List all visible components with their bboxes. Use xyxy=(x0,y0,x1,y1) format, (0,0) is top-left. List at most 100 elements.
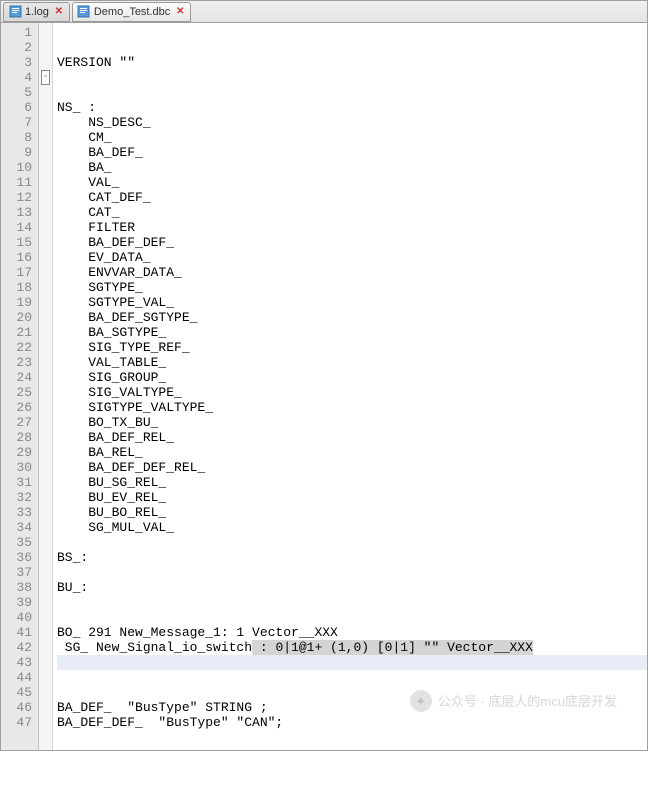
code-line[interactable]: BS_: xyxy=(57,550,647,565)
code-line[interactable]: BU_: xyxy=(57,580,647,595)
code-line[interactable]: SG_MUL_VAL_ xyxy=(57,520,647,535)
close-icon[interactable]: ✕ xyxy=(174,6,186,18)
code-line[interactable]: BA_DEF_DEF_REL_ xyxy=(57,460,647,475)
line-number: 32 xyxy=(1,490,32,505)
fold-marker xyxy=(39,340,52,355)
code-line[interactable]: VAL_ xyxy=(57,175,647,190)
line-number: 34 xyxy=(1,520,32,535)
fold-marker xyxy=(39,685,52,700)
code-line[interactable]: BA_DEF_DEF_ xyxy=(57,235,647,250)
fold-marker xyxy=(39,610,52,625)
fold-marker xyxy=(39,625,52,640)
fold-marker xyxy=(39,145,52,160)
code-line[interactable]: BA_REL_ xyxy=(57,445,647,460)
line-number: 8 xyxy=(1,130,32,145)
line-number: 31 xyxy=(1,475,32,490)
code-area[interactable]: VERSION "" NS_ : NS_DESC_ CM_ BA_DEF_ BA_… xyxy=(53,23,647,750)
fold-marker xyxy=(39,700,52,715)
code-line[interactable] xyxy=(57,595,647,610)
code-line[interactable]: BA_DEF_SGTYPE_ xyxy=(57,310,647,325)
code-line[interactable]: SGTYPE_VAL_ xyxy=(57,295,647,310)
code-line[interactable]: CAT_ xyxy=(57,205,647,220)
fold-marker: - xyxy=(39,70,52,85)
code-line[interactable]: BO_ 291 New_Message_1: 1 Vector__XXX xyxy=(57,625,647,640)
line-number: 42 xyxy=(1,640,32,655)
fold-marker xyxy=(39,235,52,250)
line-number: 44 xyxy=(1,670,32,685)
tab-bar: 1.log ✕ Demo_Test.dbc ✕ xyxy=(1,1,647,23)
code-line[interactable]: EV_DATA_ xyxy=(57,250,647,265)
fold-marker xyxy=(39,385,52,400)
fold-marker xyxy=(39,295,52,310)
code-line[interactable] xyxy=(57,655,647,670)
code-line[interactable]: SG_ New_Signal_io_switch : 0|1@1+ (1,0) … xyxy=(57,640,647,655)
line-number: 17 xyxy=(1,265,32,280)
code-line[interactable] xyxy=(57,685,647,700)
code-line[interactable]: CM_ xyxy=(57,130,647,145)
line-number: 43 xyxy=(1,655,32,670)
line-number: 40 xyxy=(1,610,32,625)
code-line[interactable]: ENVVAR_DATA_ xyxy=(57,265,647,280)
line-number: 20 xyxy=(1,310,32,325)
code-line[interactable] xyxy=(57,535,647,550)
fold-marker xyxy=(39,175,52,190)
line-number: 45 xyxy=(1,685,32,700)
code-line[interactable] xyxy=(57,565,647,580)
fold-marker xyxy=(39,415,52,430)
code-line[interactable]: BU_SG_REL_ xyxy=(57,475,647,490)
fold-toggle-icon[interactable]: - xyxy=(41,70,50,85)
tab-file-dbc[interactable]: Demo_Test.dbc ✕ xyxy=(72,2,191,22)
fold-marker xyxy=(39,595,52,610)
fold-marker xyxy=(39,475,52,490)
code-line[interactable]: VERSION "" xyxy=(57,55,647,70)
file-icon xyxy=(77,5,91,19)
line-number-gutter: 1234567891011121314151617181920212223242… xyxy=(1,23,39,750)
code-line[interactable] xyxy=(57,70,647,85)
code-line[interactable] xyxy=(57,730,647,745)
code-line[interactable]: FILTER xyxy=(57,220,647,235)
code-line[interactable]: BA_ xyxy=(57,160,647,175)
line-number: 5 xyxy=(1,85,32,100)
code-line[interactable] xyxy=(57,610,647,625)
code-line[interactable]: SIG_VALTYPE_ xyxy=(57,385,647,400)
code-line[interactable]: BU_EV_REL_ xyxy=(57,490,647,505)
code-line[interactable]: BA_DEF_REL_ xyxy=(57,430,647,445)
code-line[interactable]: BA_SGTYPE_ xyxy=(57,325,647,340)
code-line[interactable]: SIG_TYPE_REF_ xyxy=(57,340,647,355)
fold-marker xyxy=(39,250,52,265)
fold-marker xyxy=(39,40,52,55)
code-line[interactable]: SIGTYPE_VALTYPE_ xyxy=(57,400,647,415)
fold-marker xyxy=(39,445,52,460)
code-line[interactable] xyxy=(57,85,647,100)
fold-marker xyxy=(39,310,52,325)
line-number: 30 xyxy=(1,460,32,475)
line-number: 22 xyxy=(1,340,32,355)
close-icon[interactable]: ✕ xyxy=(53,6,65,18)
code-line[interactable]: BA_DEF_ xyxy=(57,145,647,160)
line-number: 26 xyxy=(1,400,32,415)
code-line[interactable]: SIG_GROUP_ xyxy=(57,370,647,385)
code-line[interactable]: BA_DEF_ "BusType" STRING ; xyxy=(57,700,647,715)
line-number: 9 xyxy=(1,145,32,160)
code-line[interactable]: BA_DEF_DEF_ "BusType" "CAN"; xyxy=(57,715,647,730)
fold-marker xyxy=(39,100,52,115)
code-line[interactable]: VAL_TABLE_ xyxy=(57,355,647,370)
code-line[interactable]: NS_ : xyxy=(57,100,647,115)
fold-marker xyxy=(39,550,52,565)
fold-marker xyxy=(39,520,52,535)
code-line[interactable] xyxy=(57,670,647,685)
code-line[interactable] xyxy=(57,745,647,760)
code-line[interactable]: NS_DESC_ xyxy=(57,115,647,130)
fold-marker xyxy=(39,355,52,370)
code-line[interactable]: CAT_DEF_ xyxy=(57,190,647,205)
fold-marker xyxy=(39,715,52,730)
code-line[interactable]: BO_TX_BU_ xyxy=(57,415,647,430)
code-line[interactable]: BU_BO_REL_ xyxy=(57,505,647,520)
code-editor[interactable]: 1234567891011121314151617181920212223242… xyxy=(1,23,647,750)
line-number: 28 xyxy=(1,430,32,445)
tab-file-log[interactable]: 1.log ✕ xyxy=(3,2,70,22)
line-number: 3 xyxy=(1,55,32,70)
fold-marker xyxy=(39,115,52,130)
fold-marker xyxy=(39,220,52,235)
code-line[interactable]: SGTYPE_ xyxy=(57,280,647,295)
